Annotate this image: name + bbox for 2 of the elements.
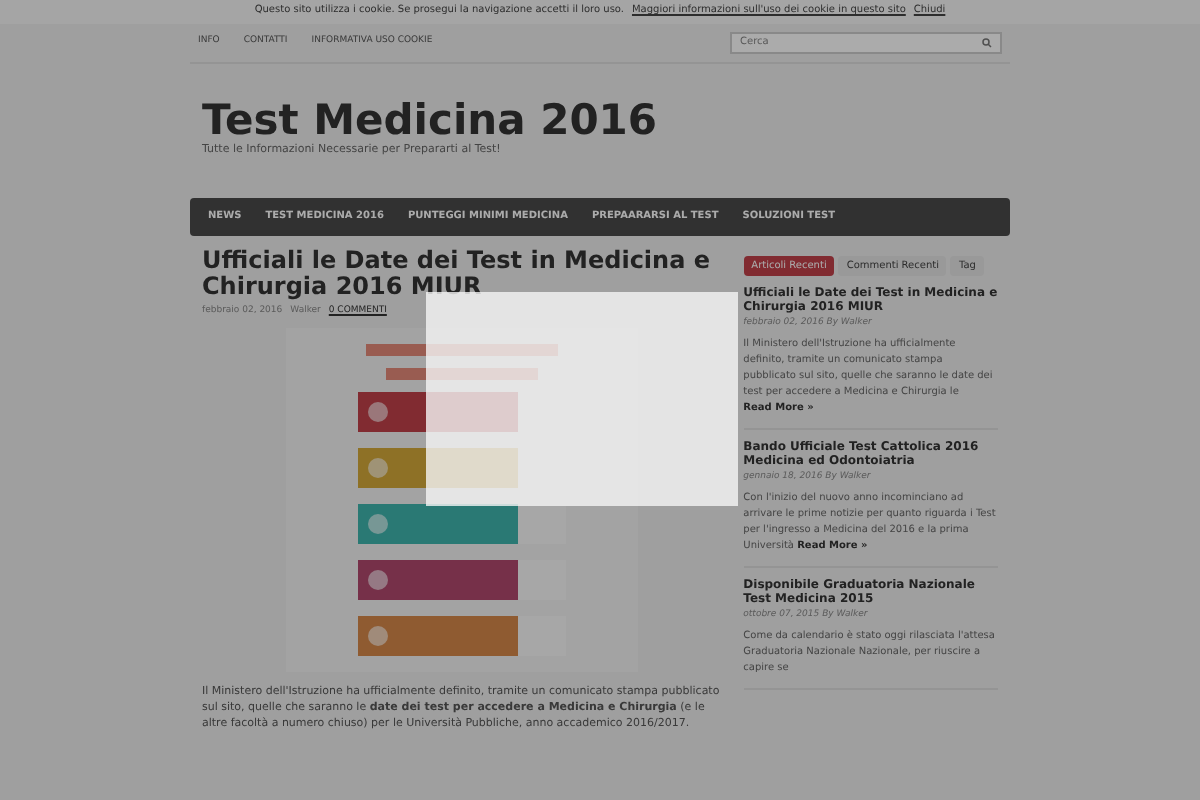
search-icon xyxy=(982,38,992,48)
site-title[interactable]: Test Medicina 2016 xyxy=(202,98,998,142)
